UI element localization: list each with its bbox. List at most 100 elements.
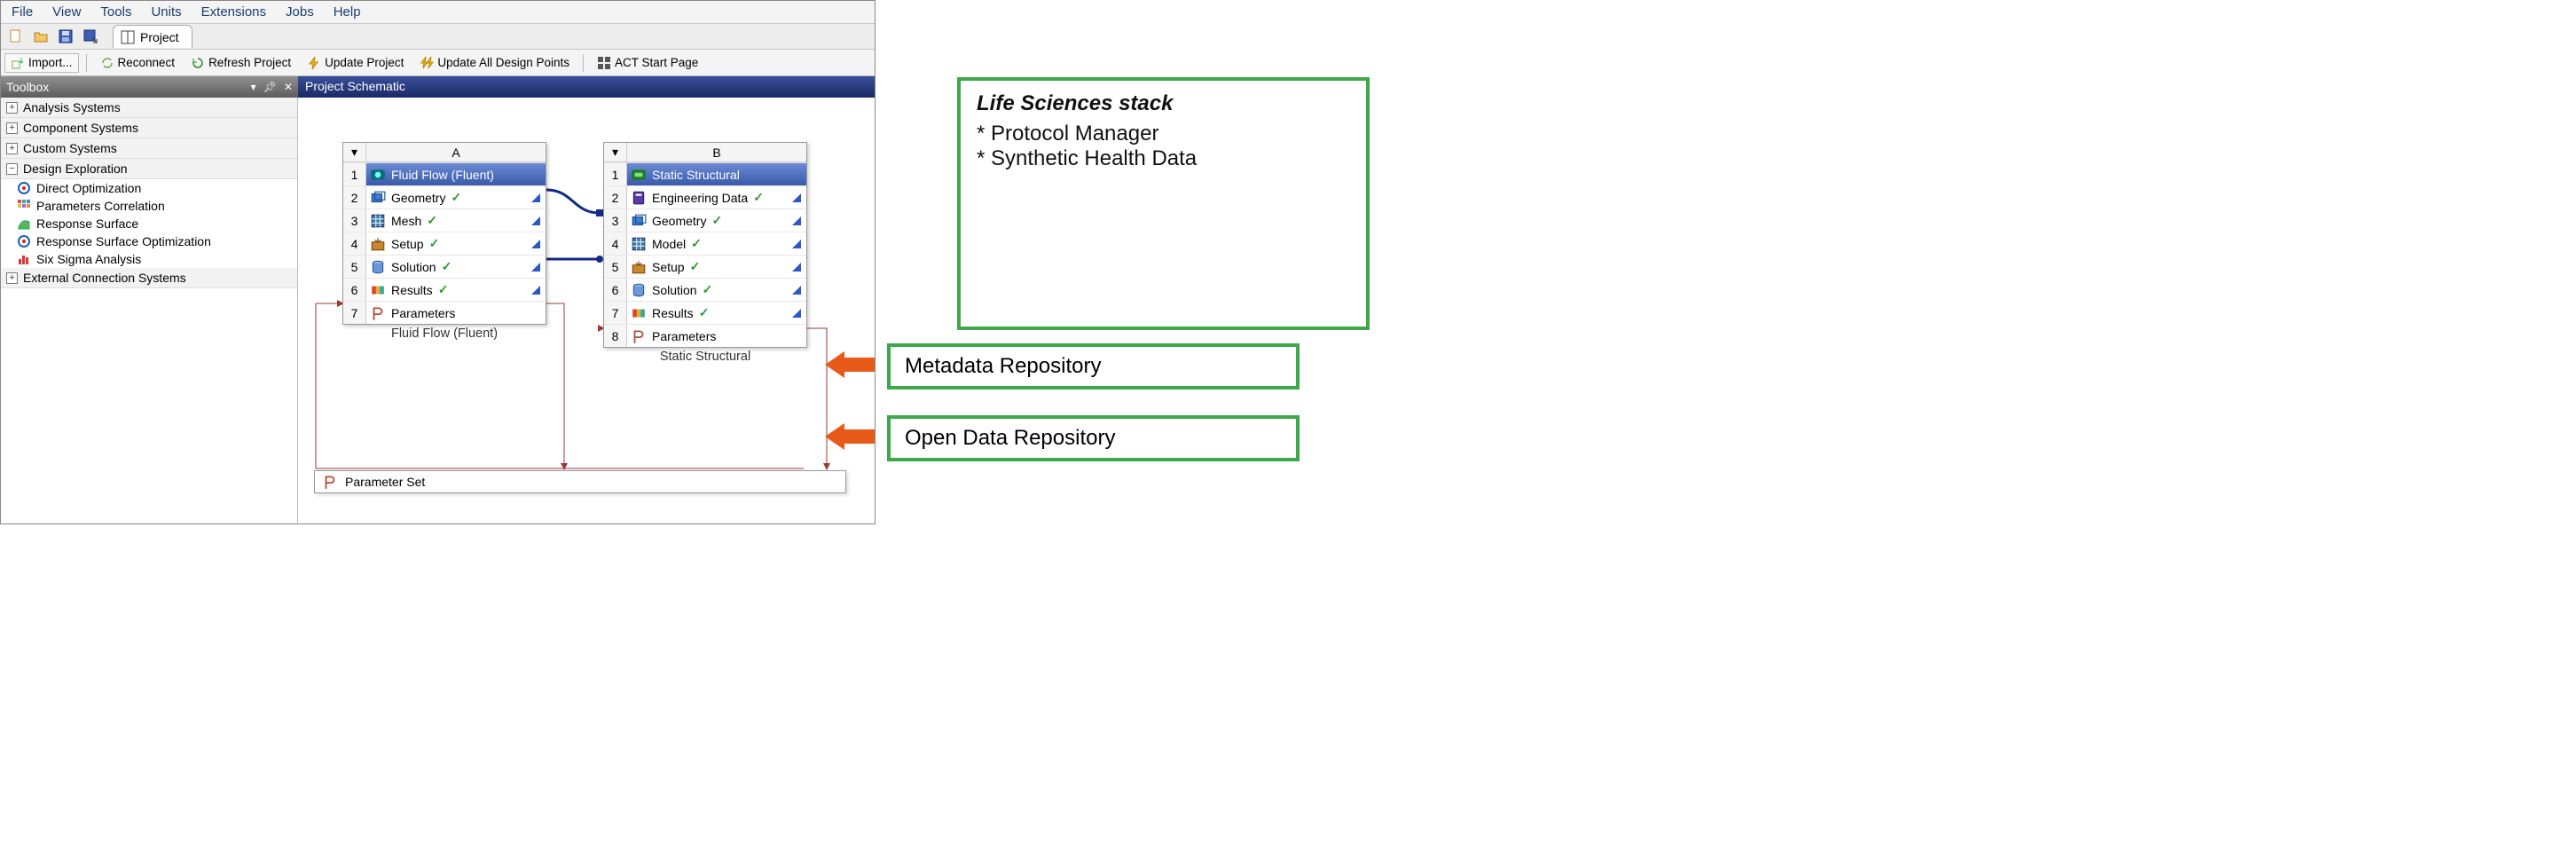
system-cell-engineering-data[interactable]: 2Engineering Data✓: [604, 185, 806, 209]
cell-label: Mesh: [391, 214, 421, 228]
toolbox-item-response-surface[interactable]: Response Surface: [1, 215, 297, 232]
refresh-icon: [191, 56, 205, 70]
act-start-button[interactable]: ACT Start Page: [591, 53, 704, 73]
menu-jobs[interactable]: Jobs: [286, 4, 314, 20]
corner-flag-icon: [531, 263, 540, 272]
check-icon: ✓: [711, 213, 722, 228]
toolbox-cat-custom[interactable]: +Custom Systems: [1, 138, 297, 159]
parameters-icon: [322, 474, 338, 490]
corner-flag-icon: [531, 216, 540, 225]
dropdown-icon[interactable]: ▾: [251, 81, 256, 93]
setup-icon: [370, 236, 386, 252]
menu-units[interactable]: Units: [151, 4, 181, 20]
row-number: 3: [604, 209, 627, 232]
toolbox-item-label: Response Surface Optimization: [36, 234, 211, 248]
toolbox-item-label: Response Surface: [36, 216, 138, 231]
menu-view[interactable]: View: [52, 4, 81, 20]
menu-bar: File View Tools Units Extensions Jobs He…: [1, 1, 875, 23]
expand-icon[interactable]: +: [6, 122, 18, 134]
cell-label: Setup: [652, 260, 685, 274]
toolbox-item-six-sigma[interactable]: Six Sigma Analysis: [1, 250, 297, 268]
toolbox-cat-analysis[interactable]: +Analysis Systems: [1, 98, 297, 118]
parameter-set-block[interactable]: Parameter Set: [314, 470, 846, 493]
toolbox-item-direct-opt[interactable]: Direct Optimization: [1, 179, 297, 197]
project-tab[interactable]: Project: [113, 25, 192, 48]
annotation-title: Life Sciences stack: [977, 91, 1350, 116]
cell-label: Parameters: [652, 329, 716, 343]
toolbar-separator: [86, 54, 87, 72]
workbench-window: File View Tools Units Extensions Jobs He…: [0, 0, 876, 524]
collapse-icon[interactable]: −: [6, 163, 18, 175]
save-button[interactable]: [54, 25, 77, 48]
expand-icon[interactable]: +: [6, 102, 18, 114]
cell-label: Parameters: [391, 306, 455, 320]
toolbox-item-rso[interactable]: Response Surface Optimization: [1, 232, 297, 250]
system-cell-solution[interactable]: 6Solution✓: [604, 278, 806, 301]
expand-icon[interactable]: +: [6, 272, 18, 284]
geom-icon: [370, 190, 386, 206]
bars-icon: [17, 252, 31, 266]
param-icon: [631, 328, 647, 344]
system-menu-button[interactable]: ▾: [604, 143, 627, 161]
menu-tools[interactable]: Tools: [100, 4, 131, 20]
pin-icon[interactable]: 📌︎: [263, 81, 277, 93]
reconnect-icon: [100, 56, 114, 70]
corner-flag-icon: [792, 309, 801, 318]
system-cell-setup[interactable]: 5Setup✓: [604, 255, 806, 278]
corner-flag-icon: [792, 216, 801, 225]
toolbox-item-param-corr[interactable]: Parameters Correlation: [1, 197, 297, 215]
schematic-canvas[interactable]: ▾ A 1 Fluid Flow (Fluent) 2Geometry✓3Mes…: [298, 98, 875, 523]
import-button[interactable]: Import...: [4, 53, 79, 73]
corner-flag-icon: [792, 240, 801, 248]
annotation-metadata-repo: Metadata Repository: [887, 343, 1300, 390]
system-cell-mesh[interactable]: 3Mesh✓: [343, 209, 546, 232]
toolbox-item-label: Six Sigma Analysis: [36, 252, 141, 266]
system-a-title-row[interactable]: 1 Fluid Flow (Fluent): [343, 162, 546, 185]
reconnect-button[interactable]: Reconnect: [94, 53, 182, 73]
system-cell-setup[interactable]: 4Setup✓: [343, 232, 546, 255]
menu-file[interactable]: File: [12, 4, 33, 20]
new-button[interactable]: [4, 25, 27, 48]
system-cell-model[interactable]: 4Model✓: [604, 232, 806, 255]
toolbox-list: +Analysis Systems +Component Systems +Cu…: [1, 98, 298, 523]
system-b[interactable]: ▾ B 1 Static Structural 2Engineering Dat…: [603, 142, 807, 348]
menu-extensions[interactable]: Extensions: [201, 4, 266, 20]
cell-label: Geometry: [652, 214, 706, 228]
save-as-button[interactable]: [79, 25, 102, 48]
toolbox-cat-external[interactable]: +External Connection Systems: [1, 268, 297, 288]
system-cell-results[interactable]: 6Results✓: [343, 278, 546, 301]
annotation-item: * Protocol Manager: [977, 122, 1350, 146]
system-title-label: Fluid Flow (Fluent): [391, 168, 494, 182]
system-col-label: A: [366, 143, 546, 161]
row-number: 5: [343, 256, 366, 278]
open-button[interactable]: [29, 25, 52, 48]
system-a-caption: Fluid Flow (Fluent): [342, 321, 546, 341]
check-icon: ✓: [753, 190, 764, 205]
system-cell-results[interactable]: 7Results✓: [604, 301, 806, 324]
system-b-title-row[interactable]: 1 Static Structural: [604, 162, 806, 185]
menu-help[interactable]: Help: [334, 4, 361, 20]
lightning-icon: [307, 56, 321, 70]
system-cell-geometry[interactable]: 2Geometry✓: [343, 185, 546, 209]
row-number: 2: [343, 186, 366, 209]
check-icon: ✓: [690, 259, 701, 274]
update-all-button[interactable]: Update All Design Points: [413, 53, 576, 73]
res-icon: [370, 282, 386, 298]
system-cell-solution[interactable]: 5Solution✓: [343, 255, 546, 278]
system-cell-geometry[interactable]: 3 Geometry ✓: [604, 209, 806, 232]
arrow-left-icon: [825, 423, 875, 450]
system-menu-button[interactable]: ▾: [343, 143, 366, 161]
check-icon: ✓: [427, 213, 437, 228]
check-icon: ✓: [429, 236, 440, 251]
expand-icon[interactable]: +: [6, 143, 18, 154]
update-project-button[interactable]: Update Project: [301, 53, 410, 73]
close-icon[interactable]: ✕: [284, 81, 293, 93]
toolbox-panel: Toolbox ▾ 📌︎ ✕ +Analysis Systems +Compon…: [1, 76, 298, 523]
toolbox-cat-design-exploration[interactable]: −Design Exploration: [1, 159, 297, 179]
system-a[interactable]: ▾ A 1 Fluid Flow (Fluent) 2Geometry✓3Mes…: [342, 142, 546, 325]
refresh-project-button[interactable]: Refresh Project: [185, 53, 297, 73]
toolbox-cat-component[interactable]: +Component Systems: [1, 118, 297, 138]
cell-label: Engineering Data: [652, 191, 748, 205]
setup-icon: [631, 259, 647, 275]
refresh-label: Refresh Project: [208, 56, 291, 69]
